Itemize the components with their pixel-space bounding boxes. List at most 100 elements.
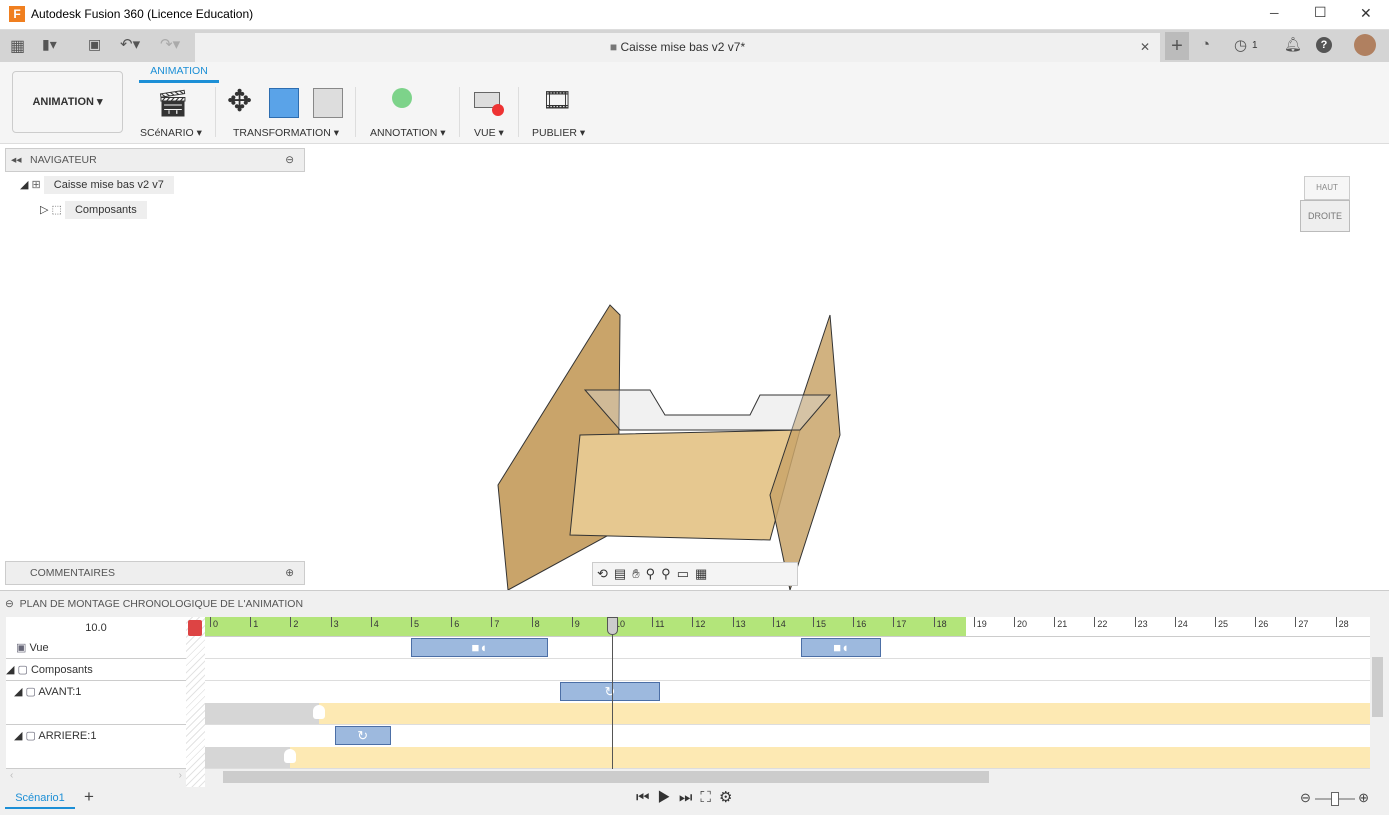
- h-scrollbar[interactable]: [205, 769, 1370, 785]
- ruler-tick: 21: [1054, 617, 1067, 629]
- storyboard-icon[interactable]: 🎬︎: [156, 88, 189, 119]
- track-row: ■◖ ■◖: [205, 637, 1370, 659]
- new-tab-button[interactable]: +: [1165, 32, 1189, 60]
- zoom-in-icon[interactable]: ⊕: [1358, 790, 1369, 805]
- track-name: Vue: [29, 642, 49, 654]
- ruler-tick: 0: [210, 617, 218, 629]
- animation-block[interactable]: ■◖: [800, 638, 882, 657]
- animation-timeline: ⊖ PLAN DE MONTAGE CHRONOLOGIQUE DE L'ANI…: [0, 590, 1389, 815]
- window-title: Autodesk Fusion 360 (Licence Education): [31, 7, 254, 21]
- document-title: Caisse mise bas v2 v7*: [620, 40, 746, 54]
- track-label[interactable]: ◢ ▢ Composants: [6, 659, 186, 681]
- add-scenario-button[interactable]: +: [84, 787, 94, 807]
- publish-menu[interactable]: PUBLIER ▾: [532, 127, 585, 139]
- viewcube-top[interactable]: HAUT: [1304, 176, 1350, 200]
- ruler-tick: 5: [411, 617, 419, 629]
- lightbulb-icon[interactable]: [312, 705, 325, 719]
- v-scrollbar[interactable]: [1370, 637, 1385, 771]
- current-time[interactable]: 10.0: [6, 617, 186, 639]
- ruler-tick: 19: [973, 617, 987, 629]
- fit-icon[interactable]: ⚲: [661, 566, 677, 581]
- lightbulb-icon[interactable]: [284, 749, 297, 763]
- zoom-slider[interactable]: [1314, 791, 1355, 806]
- settings-icon[interactable]: ⚙︎: [719, 789, 740, 806]
- hatch-column: [186, 617, 205, 787]
- trash-icon[interactable]: [188, 620, 202, 636]
- track-label[interactable]: ◢ ▢ ARRIERE:1: [6, 725, 186, 769]
- help-icon[interactable]: ?: [1316, 37, 1332, 53]
- extensions-icon[interactable]: ◔: [1201, 36, 1210, 53]
- collapse-icon[interactable]: ◂◂: [11, 149, 22, 171]
- auto-explode-icon[interactable]: [269, 88, 299, 118]
- undo-icon[interactable]: ↶▾: [120, 35, 140, 53]
- scenario-tab[interactable]: Scénario1: [5, 789, 75, 809]
- job-status-icon[interactable]: ◷: [1234, 36, 1247, 54]
- time-ruler[interactable]: 0 1 2 3 4 5 6 7 8 9 10 11 12 13 14 15 16 17 18 19 20 21 22 23 24…: [205, 617, 1370, 637]
- tab-bar: ▦ ▮▾ ▣ ↶▾ ↷▾ ■ Caisse mise bas v2 v7* ✕ …: [0, 30, 1389, 62]
- expand-panel-icon[interactable]: ⊕: [285, 562, 294, 584]
- document-tab[interactable]: ■ Caisse mise bas v2 v7* ✕: [195, 33, 1160, 62]
- scenario-menu[interactable]: SCéNARIO ▾: [140, 127, 202, 139]
- viewcube[interactable]: DROITE HAUT: [1298, 172, 1354, 236]
- animation-block[interactable]: ↻: [334, 726, 391, 745]
- ruler-tick: 15: [813, 617, 826, 629]
- grid-icon[interactable]: ▦: [695, 566, 713, 581]
- tab-animation[interactable]: ANIMATION: [139, 65, 219, 83]
- animation-block[interactable]: ■◖: [411, 638, 548, 657]
- tree-item-composants[interactable]: ▷ ⬚ Composants: [40, 201, 147, 219]
- apps-grid-icon[interactable]: ▦: [10, 36, 25, 56]
- ruler-tick: 12: [692, 617, 705, 629]
- left-scrollbar[interactable]: ‹ ›: [6, 769, 186, 785]
- restore-home-icon[interactable]: [313, 88, 343, 118]
- rotate-icon: ↻: [357, 728, 369, 743]
- workspace-label: ANIMATION: [32, 96, 94, 108]
- 3d-model-box[interactable]: [490, 300, 850, 595]
- publish-video-icon[interactable]: 🎞︎: [542, 86, 572, 115]
- minimize-panel-icon[interactable]: ⊖: [285, 149, 294, 171]
- look-at-icon[interactable]: ▤: [614, 566, 632, 581]
- timeline-header[interactable]: ⊖ PLAN DE MONTAGE CHRONOLOGIQUE DE L'ANI…: [5, 593, 1385, 615]
- redo-icon[interactable]: ↷▾: [160, 35, 180, 53]
- visible-range: [290, 747, 1370, 768]
- minimize-button[interactable]: ─: [1270, 6, 1279, 20]
- track-icon: ▣: [16, 642, 27, 654]
- avatar[interactable]: [1354, 34, 1376, 56]
- maximize-button[interactable]: ☐: [1314, 4, 1327, 21]
- navigator-title: NAVIGATEUR: [30, 154, 97, 166]
- viewcube-face[interactable]: DROITE: [1300, 200, 1350, 232]
- transform-move-icon[interactable]: ✥: [227, 84, 252, 119]
- save-icon[interactable]: ▣: [88, 36, 101, 53]
- go-to-end-icon[interactable]: ⏭︎: [679, 789, 701, 806]
- navigator-panel-header[interactable]: ◂◂ NAVIGATEUR ⊖: [5, 148, 305, 172]
- ruler-tick: 2: [290, 617, 298, 629]
- transformation-menu[interactable]: TRANSFORMATION ▾: [233, 127, 339, 139]
- play-icon[interactable]: ▶︎: [658, 789, 679, 806]
- orbit-icon[interactable]: ⟲: [597, 566, 614, 581]
- playhead[interactable]: [607, 617, 618, 769]
- track-label[interactable]: ◢ ▢ AVANT:1: [6, 681, 186, 725]
- ruler-tick: 20: [1014, 617, 1027, 629]
- pan-icon[interactable]: ✋︎: [632, 566, 645, 581]
- annotation-pin-icon[interactable]: [392, 88, 412, 108]
- zoom-icon[interactable]: ⚲: [646, 566, 662, 581]
- root-label: Caisse mise bas v2 v7: [43, 176, 174, 194]
- track-label[interactable]: ▣ Vue: [6, 637, 186, 659]
- go-to-start-icon[interactable]: ⏮︎: [636, 789, 658, 806]
- annotation-menu[interactable]: ANNOTATION ▾: [370, 127, 445, 139]
- animation-block[interactable]: ↻: [559, 682, 661, 701]
- tree-item-root[interactable]: ◢ ⊞ Caisse mise bas v2 v7: [20, 176, 174, 194]
- close-tab-icon[interactable]: ✕: [1140, 33, 1150, 62]
- notifications-icon[interactable]: 🔔︎: [1284, 36, 1302, 53]
- ruler-tick: 18: [933, 617, 947, 629]
- visible-range: [318, 703, 1370, 724]
- workspace-switcher[interactable]: ANIMATION ▾: [12, 71, 123, 133]
- close-button[interactable]: ✕: [1360, 5, 1372, 22]
- fit-timeline-icon[interactable]: ⛶: [700, 789, 719, 806]
- comments-panel-header[interactable]: COMMENTAIRES ⊕: [5, 561, 305, 585]
- record-dot-icon: [492, 104, 504, 116]
- zoom-out-icon[interactable]: ⊖: [1300, 790, 1311, 805]
- display-icon[interactable]: ▭: [677, 566, 695, 581]
- file-menu-icon[interactable]: ▮▾: [42, 36, 57, 53]
- vue-menu[interactable]: VUE ▾: [474, 127, 504, 139]
- comments-title: COMMENTAIRES: [30, 567, 115, 579]
